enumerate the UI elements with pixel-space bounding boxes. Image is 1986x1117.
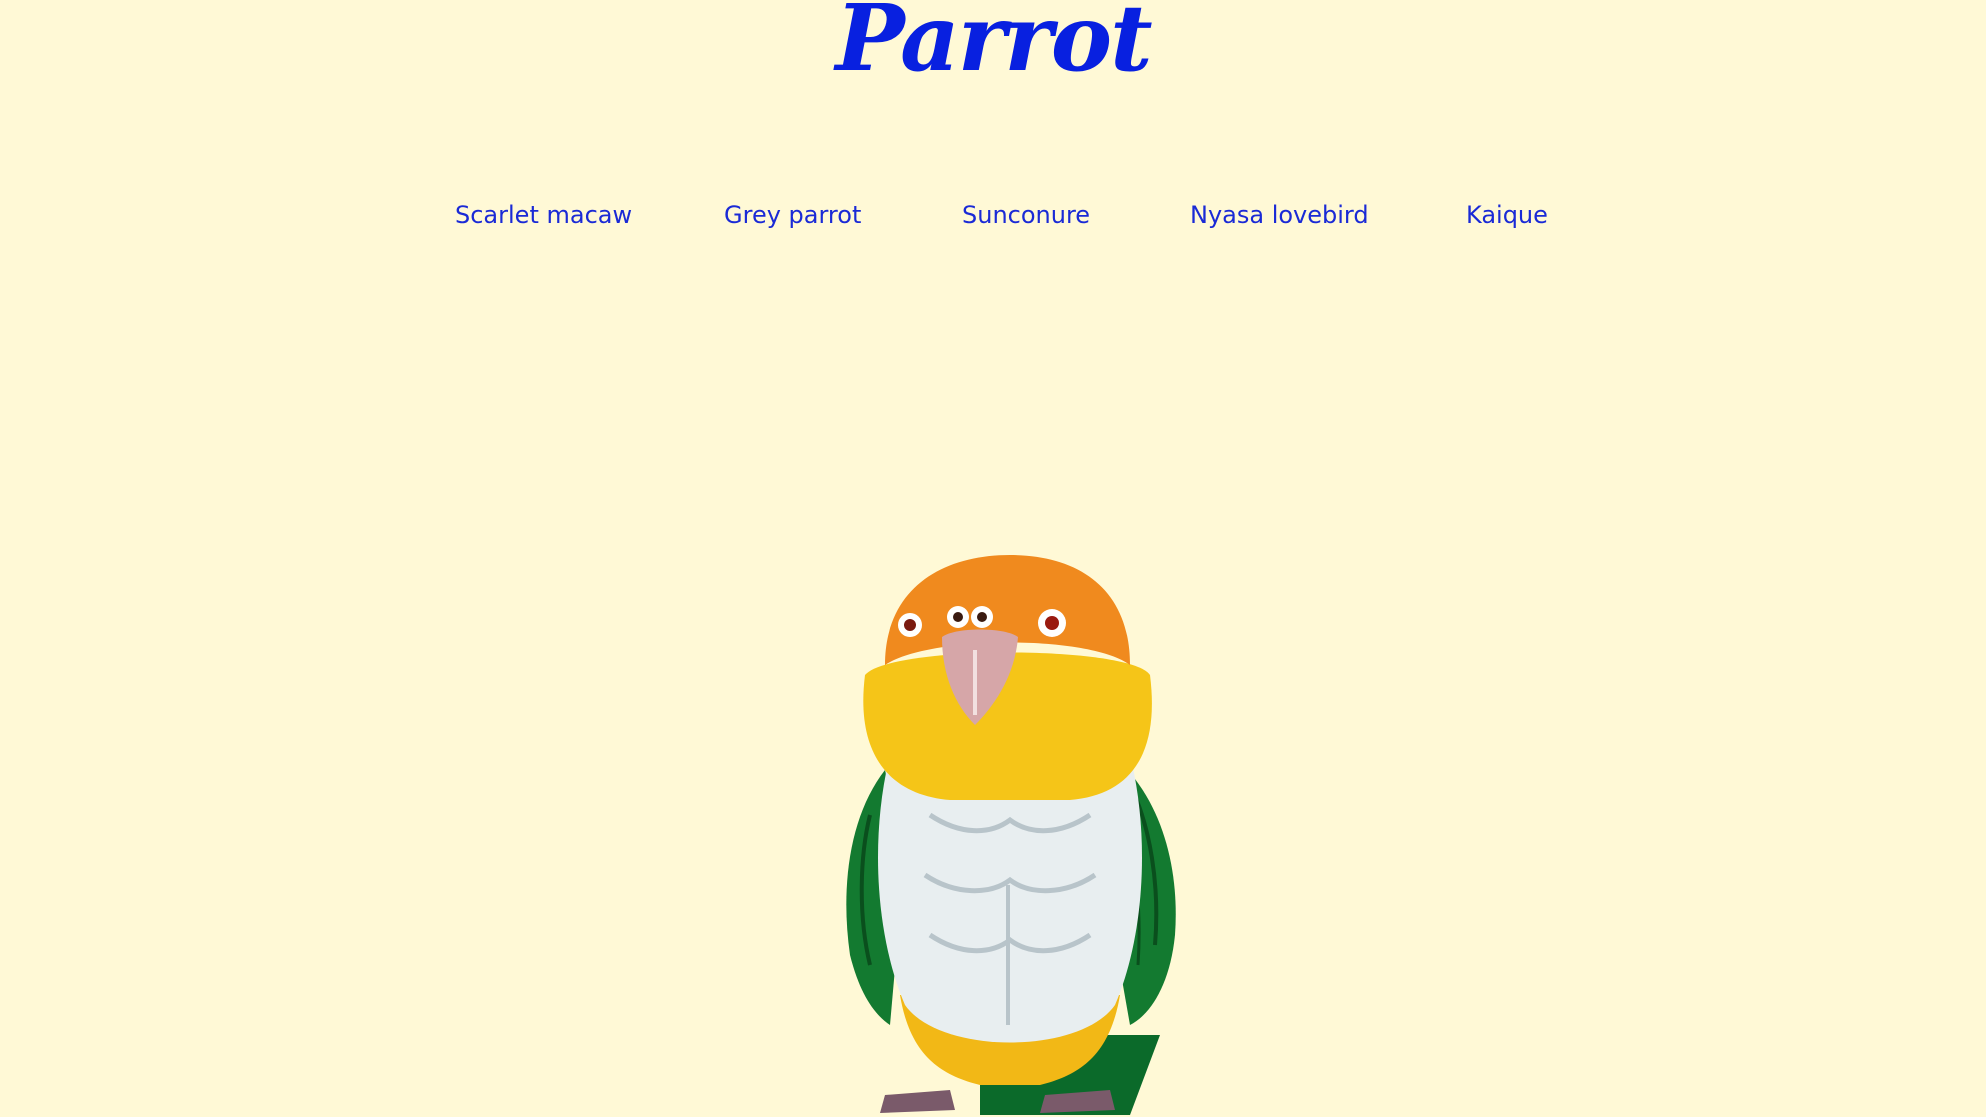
parrot-image: [846, 555, 1176, 1115]
nav-link-grey-parrot[interactable]: Grey parrot: [724, 195, 861, 235]
page: Parrot Scarlet macaw Grey parrot Sunconu…: [0, 0, 1986, 1117]
site-title: Parrot: [835, 0, 1152, 92]
nav-link-kaique[interactable]: Kaique: [1466, 195, 1548, 235]
parrot-left-foot: [880, 1090, 955, 1113]
nav-link-sunconure[interactable]: Sunconure: [962, 195, 1090, 235]
nav-link-scarlet-macaw[interactable]: Scarlet macaw: [455, 195, 632, 235]
main-nav: Scarlet macaw Grey parrot Sunconure Nyas…: [0, 195, 1986, 235]
nav-link-nyasa-lovebird[interactable]: Nyasa lovebird: [1190, 195, 1369, 235]
